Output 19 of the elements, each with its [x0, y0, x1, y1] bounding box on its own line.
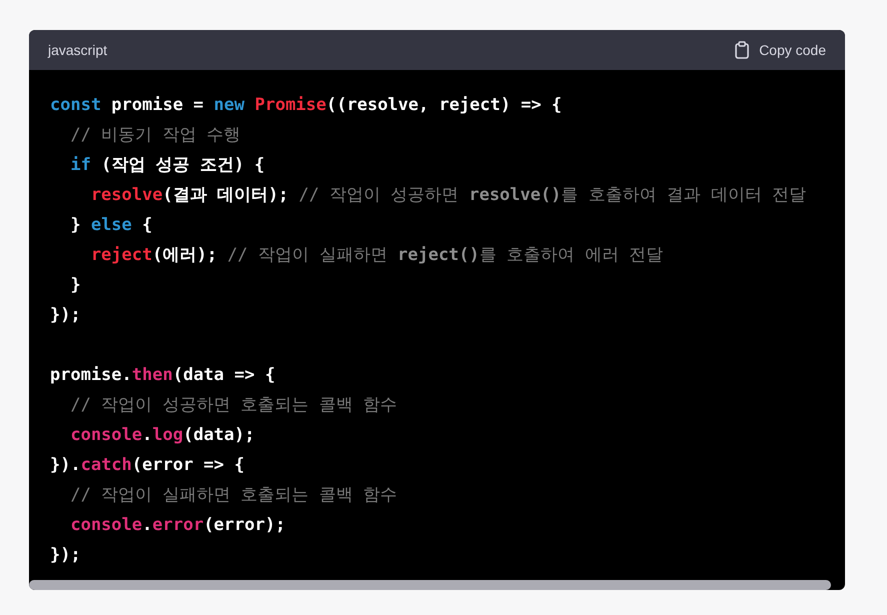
code-line: } else { — [69, 214, 152, 237]
code-line: }); — [50, 304, 81, 327]
code-line: }); — [50, 544, 81, 567]
code-line: if (작업 성공 조건) { — [69, 154, 265, 177]
copy-code-button[interactable]: Copy code — [735, 39, 826, 61]
code-line: // 작업이 성공하면 호출되는 콜백 함수 — [69, 394, 398, 417]
code-line: console.error(error); — [69, 514, 286, 537]
clipboard-icon — [735, 41, 750, 59]
code-line: } — [69, 274, 81, 297]
horizontal-scrollbar[interactable] — [29, 580, 831, 590]
code-line: resolve(결과 데이터); // 작업이 성공하면 resolve()를 호출하여 결과 데이터 전달 — [90, 184, 806, 207]
code-line: // 작업이 실패하면 호출되는 콜백 함수 — [69, 484, 398, 507]
code-line: const promise = new Promise((resolve, reject) => { — [50, 94, 562, 117]
code-line: reject(에러); // 작업이 실패하면 reject()를 호출하여 에러 전달 — [90, 244, 664, 267]
language-label: javascript — [48, 42, 108, 58]
code-line: promise.then(data => { — [50, 364, 276, 387]
code-line: }).catch(error => { — [50, 454, 244, 477]
code-line: // 비동기 작업 수행 — [69, 124, 241, 147]
code-line: console.log(data); — [69, 424, 255, 447]
